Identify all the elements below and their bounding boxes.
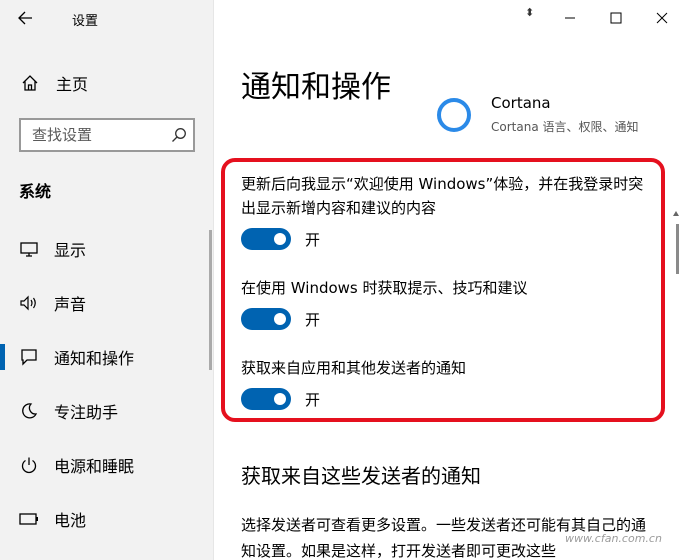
tips-toggle[interactable] <box>241 308 291 330</box>
section-label-system: 系统 <box>19 182 52 201</box>
toggle-state-label: 开 <box>305 310 321 329</box>
setting-app-notifications: 获取来自应用和其他发送者的通知 开 <box>241 356 651 410</box>
sidebar-item-label: 通知和操作 <box>54 349 135 368</box>
watermark: www.cfan.com.cn <box>565 532 662 545</box>
monitor-icon <box>18 241 40 257</box>
sidebar-scrollbar[interactable] <box>209 230 212 370</box>
minimize-icon <box>565 17 575 19</box>
battery-icon <box>18 513 40 525</box>
setting-welcome-experience: 更新后向我显示“欢迎使用 Windows”体验，并在我登录时突出显示新增内容和建… <box>241 172 651 250</box>
welcome-experience-toggle[interactable] <box>241 228 291 250</box>
sidebar-item-home[interactable]: 主页 <box>0 66 214 100</box>
app-notifications-toggle[interactable] <box>241 388 291 410</box>
toggle-state-label: 开 <box>305 230 321 249</box>
sidebar-nav: 显示 声音 通知和操作 专注助手 电源和睡眠 电池 <box>0 222 214 546</box>
sidebar-item-sound[interactable]: 声音 <box>0 276 214 330</box>
sidebar-item-label: 显示 <box>54 241 87 260</box>
sidebar-item-battery[interactable]: 电池 <box>0 492 214 546</box>
page-title: 通知和操作 <box>241 70 391 105</box>
sidebar-item-focus-assist[interactable]: 专注助手 <box>0 384 214 438</box>
sidebar-item-power-sleep[interactable]: 电源和睡眠 <box>0 438 214 492</box>
toggle-state-label: 开 <box>305 390 321 409</box>
home-icon <box>20 74 40 92</box>
moon-icon <box>18 402 40 420</box>
section-heading-senders: 获取来自这些发送者的通知 <box>241 464 481 488</box>
sidebar-item-label: 主页 <box>56 75 89 94</box>
search-icon[interactable] <box>171 127 187 147</box>
cortana-subtitle: Cortana 语言、权限、通知 <box>491 120 639 134</box>
cortana-name: Cortana <box>491 94 551 112</box>
setting-tips: 在使用 Windows 时获取提示、技巧和建议 开 <box>241 276 651 330</box>
sidebar-item-label: 电池 <box>54 511 87 530</box>
search-box[interactable] <box>19 118 195 152</box>
setting-description: 获取来自应用和其他发送者的通知 <box>241 359 467 377</box>
window-controls <box>547 0 685 36</box>
close-button[interactable] <box>639 0 685 36</box>
power-icon <box>18 456 40 474</box>
speaker-icon <box>18 295 40 311</box>
sidebar-item-display[interactable]: 显示 <box>0 222 214 276</box>
scroll-up-arrow-icon[interactable] <box>672 210 680 218</box>
message-icon <box>18 348 40 366</box>
main-content: ⬍ 通知和操作 Cortana Cortana 语言、权限、通知 更新后向我显示… <box>215 0 685 560</box>
sidebar-item-notifications[interactable]: 通知和操作 <box>0 330 214 384</box>
sidebar-item-label: 电源和睡眠 <box>54 457 135 476</box>
back-arrow-icon <box>18 11 32 25</box>
sidebar-item-label: 声音 <box>54 295 87 314</box>
main-scrollbar[interactable] <box>676 224 679 274</box>
maximize-button[interactable] <box>593 0 639 36</box>
setting-description: 更新后向我显示“欢迎使用 Windows”体验，并在我登录时突出显示新增内容和建… <box>241 175 644 217</box>
close-icon <box>656 12 668 24</box>
search-input[interactable] <box>32 126 172 144</box>
minimize-button[interactable] <box>547 0 593 36</box>
cortana-link[interactable]: Cortana Cortana 语言、权限、通知 <box>437 94 639 135</box>
maximize-icon <box>610 12 622 24</box>
resize-cursor-icon: ⬍ <box>525 6 535 19</box>
setting-description: 在使用 Windows 时获取提示、技巧和建议 <box>241 279 528 297</box>
app-title: 设置 <box>72 14 99 29</box>
sidebar: 设置 主页 系统 显示 声音 通知和操作 <box>0 0 214 560</box>
title-bar: 设置 <box>0 0 214 36</box>
sidebar-item-label: 专注助手 <box>54 403 119 422</box>
cortana-icon <box>437 98 471 132</box>
back-button[interactable] <box>10 6 40 30</box>
